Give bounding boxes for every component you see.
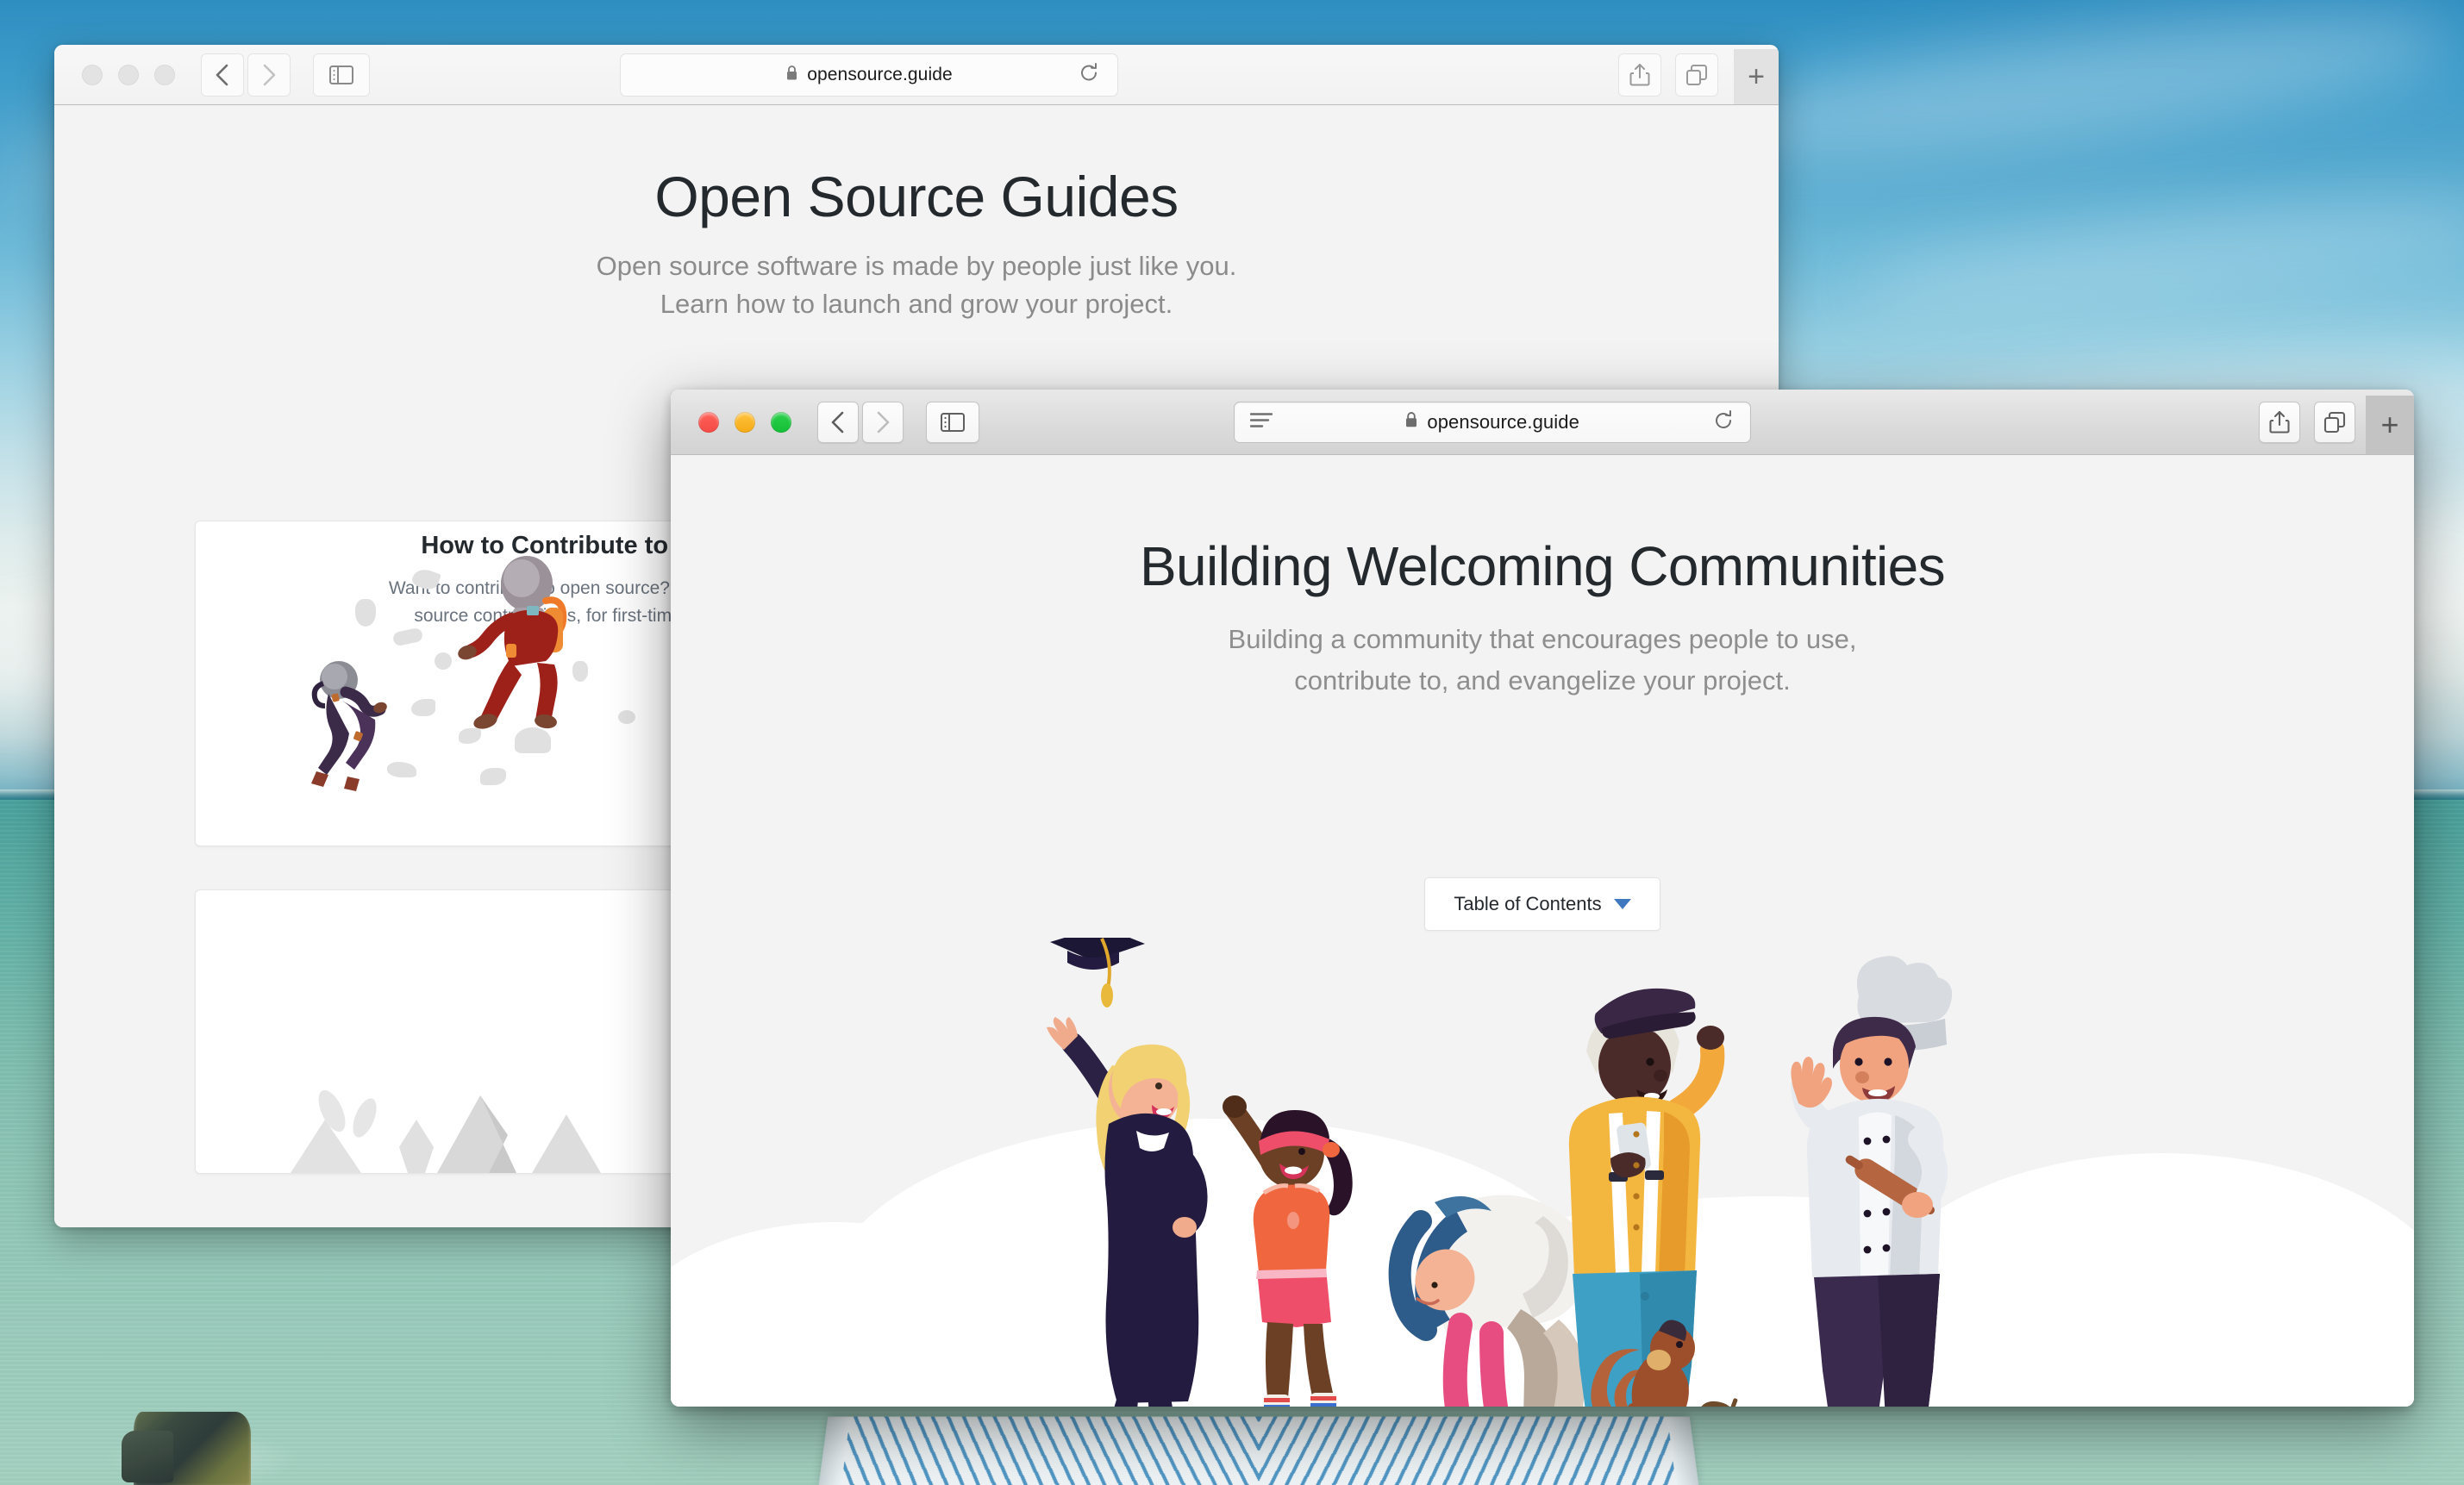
front-page-subtitle-line1: Building a community that encourages peo… xyxy=(1228,624,1857,654)
table-of-contents-button[interactable]: Table of Contents xyxy=(1424,877,1660,931)
figure-squirrel xyxy=(1591,1320,1738,1407)
table-of-contents-label: Table of Contents xyxy=(1454,893,1602,914)
sidebar-icon xyxy=(329,65,353,84)
chevron-patterned-object xyxy=(818,1416,1699,1485)
back-page-subtitle-line2: Learn how to launch and grow your projec… xyxy=(660,288,1173,319)
safari-window-foreground[interactable]: opensource.guide + Building Welcoming Co… xyxy=(671,390,2414,1407)
share-button[interactable] xyxy=(2258,401,2300,443)
lock-icon xyxy=(1404,411,1418,433)
zoom-button[interactable] xyxy=(771,411,791,433)
sidebar-icon xyxy=(941,412,965,432)
front-window-traffic-lights xyxy=(698,411,791,433)
back-window-url-text: opensource.guide xyxy=(807,64,953,84)
front-page-subtitle-line2: contribute to, and evangelize your proje… xyxy=(1294,665,1791,696)
minimize-button[interactable] xyxy=(118,64,139,85)
zoom-button[interactable] xyxy=(154,64,175,85)
back-page-subtitle-line1: Open source software is made by people j… xyxy=(596,251,1237,281)
share-button[interactable] xyxy=(1618,53,1661,97)
tab-overview-button[interactable] xyxy=(2313,401,2355,443)
cloud xyxy=(1851,181,2464,328)
front-window-toolbar-right xyxy=(2258,401,2355,443)
lock-icon xyxy=(785,65,798,85)
cloud xyxy=(1678,0,2461,185)
sidebar-toggle-button[interactable] xyxy=(926,401,979,443)
reader-mode-icon[interactable] xyxy=(1249,411,1273,433)
front-window-address-bar[interactable]: opensource.guide xyxy=(1233,401,1751,443)
chevron-down-icon xyxy=(1613,899,1631,909)
back-window-address-bar[interactable]: opensource.guide xyxy=(620,53,1118,97)
tab-overview-icon xyxy=(2323,411,2346,433)
front-page-title: Building Welcoming Communities xyxy=(1139,535,1946,597)
minimize-button[interactable] xyxy=(735,411,755,433)
share-icon xyxy=(2269,410,2290,434)
new-tab-button[interactable]: + xyxy=(1734,49,1779,104)
front-window-url-text: opensource.guide xyxy=(1427,410,1579,433)
front-window-page-content: Building Welcoming Communities Building … xyxy=(671,455,2414,1407)
sidebar-toggle-button[interactable] xyxy=(313,53,370,97)
tab-overview-button[interactable] xyxy=(1675,53,1718,97)
close-button[interactable] xyxy=(82,64,103,85)
back-window-traffic-lights xyxy=(82,64,175,85)
tab-overview-icon xyxy=(1686,64,1707,85)
astronaut-small xyxy=(311,661,387,791)
back-page-title: Open Source Guides xyxy=(654,165,1179,228)
share-icon xyxy=(1629,63,1650,85)
front-window-nav-buttons xyxy=(817,401,904,443)
welcoming-community-people-illustration xyxy=(671,938,2414,1407)
back-window-toolbar: opensource.guide + xyxy=(54,45,1779,105)
new-tab-button[interactable]: + xyxy=(2365,396,2414,454)
forward-button[interactable] xyxy=(862,401,904,443)
back-button[interactable] xyxy=(201,53,244,97)
back-button[interactable] xyxy=(817,401,859,443)
front-window-toolbar: opensource.guide + xyxy=(671,390,2414,455)
astronaut-red xyxy=(458,556,567,729)
reload-icon[interactable] xyxy=(1714,409,1733,435)
figure-chef xyxy=(1791,956,1953,1407)
close-button[interactable] xyxy=(698,411,719,433)
forward-button[interactable] xyxy=(247,53,291,97)
back-window-nav-buttons xyxy=(201,53,291,97)
wallpaper-rock xyxy=(122,1412,251,1485)
back-window-toolbar-right xyxy=(1618,53,1718,97)
reload-icon[interactable] xyxy=(1079,62,1098,87)
